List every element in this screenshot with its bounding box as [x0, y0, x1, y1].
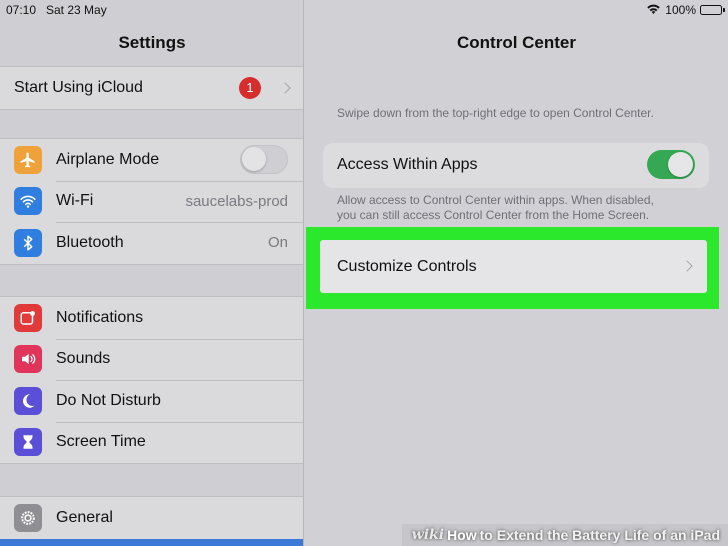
sidebar-item-label: Sounds: [56, 350, 111, 368]
bluetooth-icon: [14, 228, 42, 257]
customize-controls-label: Customize Controls: [337, 258, 477, 275]
battery-icon: [700, 5, 725, 15]
sidebar-item-label: General: [56, 508, 113, 526]
sidebar-item-label: Airplane Mode: [56, 150, 160, 168]
selected-item-indicator: [0, 539, 303, 546]
moon-icon: [14, 386, 42, 415]
wifi-network-value: saucelabs-prod: [185, 192, 288, 210]
status-date: Sat 23 May: [46, 3, 107, 17]
sidebar-item-do-not-disturb[interactable]: Do Not Disturb: [0, 380, 303, 422]
notifications-group: Notifications Sounds Do Not Disturb Scre…: [0, 296, 303, 464]
notification-badge: 1: [239, 76, 261, 99]
settings-sidebar: Settings Start Using iCloud 1 Airplane M…: [0, 0, 304, 546]
hourglass-icon: [14, 428, 42, 457]
sounds-icon: [14, 345, 42, 374]
connectivity-group: Airplane Mode Wi-Fi saucelabs-prod Bluet…: [0, 138, 303, 265]
access-within-apps-toggle[interactable]: [647, 150, 695, 179]
sidebar-title: Settings: [118, 33, 186, 52]
sidebar-item-screen-time[interactable]: Screen Time: [0, 421, 303, 464]
sidebar-item-label: Wi-Fi: [56, 192, 94, 210]
watermark-wiki: wiki: [411, 527, 445, 543]
watermark-how: How: [447, 527, 477, 543]
chevron-right-icon: [681, 260, 693, 272]
sidebar-item-notifications[interactable]: Notifications: [0, 297, 303, 339]
watermark-title: to Extend the Battery Life of an iPad: [479, 527, 720, 543]
sidebar-item-bluetooth[interactable]: Bluetooth On: [0, 222, 303, 264]
sidebar-item-label: Screen Time: [56, 433, 146, 451]
footnote-line-1: Allow access to Control Center within ap…: [337, 193, 654, 207]
sidebar-item-icloud[interactable]: Start Using iCloud 1: [0, 67, 303, 109]
access-footnote: Allow access to Control Center within ap…: [337, 193, 707, 223]
status-bar: 07:10 Sat 23 May 100%: [0, 0, 728, 20]
customize-controls-button[interactable]: Customize Controls: [320, 240, 707, 293]
access-within-apps-label: Access Within Apps: [337, 156, 478, 173]
bluetooth-value: On: [267, 234, 288, 252]
sidebar-item-airplane-mode[interactable]: Airplane Mode: [0, 139, 303, 181]
highlight-box: Customize Controls: [306, 227, 719, 309]
airplane-mode-toggle[interactable]: [240, 145, 288, 175]
sidebar-item-label: Bluetooth: [56, 233, 124, 251]
footnote-line-2: you can still access Control Center from…: [337, 208, 650, 222]
sidebar-item-label: Notifications: [56, 308, 144, 326]
chevron-right-icon: [279, 82, 291, 94]
sidebar-item-wifi[interactable]: Wi-Fi saucelabs-prod: [0, 180, 303, 223]
icloud-group: Start Using iCloud 1: [0, 66, 303, 110]
page-title: Control Center: [457, 33, 576, 52]
gear-icon: [14, 503, 42, 532]
watermark: wiki How to Extend the Battery Life of a…: [401, 524, 728, 546]
airplane-icon: [14, 145, 42, 174]
sidebar-item-label: Start Using iCloud: [14, 78, 143, 96]
sidebar-item-general[interactable]: General: [0, 497, 303, 539]
access-within-apps-row: Access Within Apps: [323, 143, 709, 188]
sidebar-item-label: Do Not Disturb: [56, 391, 161, 409]
battery-percentage: 100%: [665, 3, 696, 17]
notifications-icon: [14, 303, 42, 332]
status-time: 07:10: [6, 3, 37, 17]
general-group: General: [0, 496, 303, 539]
sidebar-item-sounds[interactable]: Sounds: [0, 338, 303, 381]
wifi-icon: [14, 187, 42, 216]
instruction-text: Swipe down from the top-right edge to op…: [337, 106, 654, 120]
wifi-icon: [646, 3, 661, 17]
